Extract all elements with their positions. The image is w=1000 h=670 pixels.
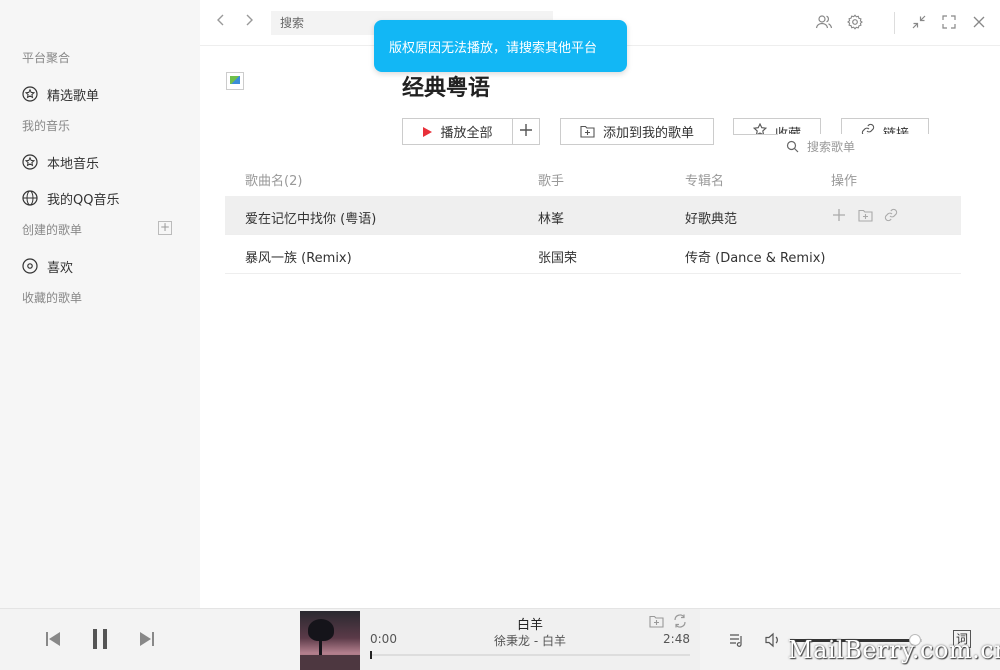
song-name[interactable]: 暴风一族 (Remix) (245, 247, 352, 266)
star-circle-icon (22, 86, 38, 102)
toolbar-divider (894, 12, 895, 34)
close-icon[interactable] (969, 12, 989, 32)
add-to-queue-button[interactable] (512, 118, 540, 145)
link-button[interactable]: 链接 (841, 118, 929, 135)
table-row[interactable]: 暴风一族 (Remix) 张国荣 传奇 (Dance & Remix) (225, 235, 961, 274)
sidebar-group-platform: 平台聚合 (22, 51, 71, 65)
favorite-button[interactable]: 收藏 (733, 118, 821, 135)
disc-icon (22, 258, 38, 274)
search-songs-input[interactable]: 搜索歌单 (778, 134, 938, 158)
sidebar-item-local-music[interactable]: 本地音乐 (22, 152, 99, 172)
sidebar-item-likes[interactable]: 喜欢 (22, 256, 73, 276)
song-artist[interactable]: 林峯 (538, 208, 564, 227)
playlist-cover-image (226, 72, 244, 90)
star-icon (752, 123, 767, 134)
header-album[interactable]: 专辑名 (685, 170, 724, 189)
sidebar-item-label: 精选歌单 (47, 88, 100, 104)
create-playlist-button[interactable]: + (158, 221, 172, 235)
sidebar-item-my-qq-music[interactable]: 我的QQ音乐 (22, 188, 119, 208)
play-all-button[interactable]: 播放全部 (402, 118, 513, 145)
album-art[interactable] (300, 611, 360, 670)
minimize-icon[interactable] (909, 12, 929, 32)
fullscreen-icon[interactable] (939, 12, 959, 32)
star-circle-icon (22, 154, 38, 170)
row-operations (831, 207, 899, 223)
add-to-my-playlist-label: 添加到我的歌单 (602, 126, 694, 141)
sidebar-group-collected: 收藏的歌单 (22, 291, 83, 305)
previous-track-icon[interactable] (44, 628, 62, 650)
now-playing-artist: 徐秉龙 - 白羊 (494, 634, 566, 648)
playlist-title: 经典粤语 (402, 76, 491, 101)
play-all-label: 播放全部 (440, 126, 493, 141)
table-row[interactable]: 爱在记忆中找你 (粤语) 林峯 好歌典范 (225, 196, 961, 235)
sidebar-item-label: 喜欢 (47, 260, 74, 276)
watermark: MailBerry.com.cn (788, 636, 1000, 664)
header-song-name[interactable]: 歌曲名(2) (245, 170, 302, 189)
sidebar-item-featured[interactable]: 精选歌单 (22, 84, 99, 104)
play-icon (422, 126, 433, 137)
current-time: 0:00 (370, 632, 397, 646)
sidebar-group-created: 创建的歌单 (22, 223, 83, 237)
sidebar: 平台聚合 精选歌单 我的音乐 本地音乐 我的QQ音乐 创建的歌单 + 喜欢 收藏… (0, 0, 200, 608)
back-arrow-icon[interactable] (213, 12, 229, 32)
search-songs-placeholder: 搜索歌单 (807, 139, 856, 154)
sidebar-group-my-music: 我的音乐 (22, 119, 71, 133)
globe-icon (22, 190, 38, 206)
plus-icon (519, 123, 533, 141)
sidebar-item-label: 本地音乐 (47, 156, 100, 172)
song-table-header: 歌曲名(2) 歌手 专辑名 操作 (225, 166, 961, 196)
folder-add-icon[interactable] (857, 207, 873, 223)
add-to-my-playlist-button[interactable]: 添加到我的歌单 (560, 118, 714, 145)
song-album[interactable]: 好歌典范 (685, 208, 737, 227)
repeat-icon[interactable] (672, 613, 688, 629)
folder-add-icon (580, 125, 595, 138)
progress-bar[interactable] (370, 651, 690, 659)
next-track-icon[interactable] (138, 628, 156, 650)
song-name[interactable]: 爱在记忆中找你 (粤语) (245, 208, 376, 227)
sidebar-item-label: 我的QQ音乐 (47, 192, 120, 208)
now-playing-panel: 白羊 徐秉龙 - 白羊 0:00 2:48 (360, 609, 700, 670)
total-time: 2:48 (663, 632, 690, 646)
volume-icon[interactable] (764, 631, 782, 649)
header-operations: 操作 (831, 174, 858, 189)
folder-add-icon[interactable] (648, 613, 664, 629)
gear-icon[interactable] (845, 12, 865, 32)
song-artist[interactable]: 张国荣 (538, 247, 577, 266)
link-icon[interactable] (883, 207, 899, 223)
song-album[interactable]: 传奇 (Dance & Remix) (685, 247, 825, 266)
playlist-queue-icon[interactable] (728, 631, 746, 649)
album-art-ground (300, 655, 360, 670)
forward-arrow-icon[interactable] (241, 12, 257, 32)
plus-icon[interactable] (831, 207, 847, 223)
album-art-trunk (319, 637, 322, 655)
header-artist[interactable]: 歌手 (538, 170, 564, 189)
search-icon (786, 140, 799, 153)
pause-icon[interactable] (90, 627, 110, 651)
copyright-toast: 版权原因无法播放，请搜索其他平台 (374, 20, 627, 72)
progress-handle[interactable] (370, 651, 372, 659)
users-icon[interactable] (814, 12, 834, 32)
